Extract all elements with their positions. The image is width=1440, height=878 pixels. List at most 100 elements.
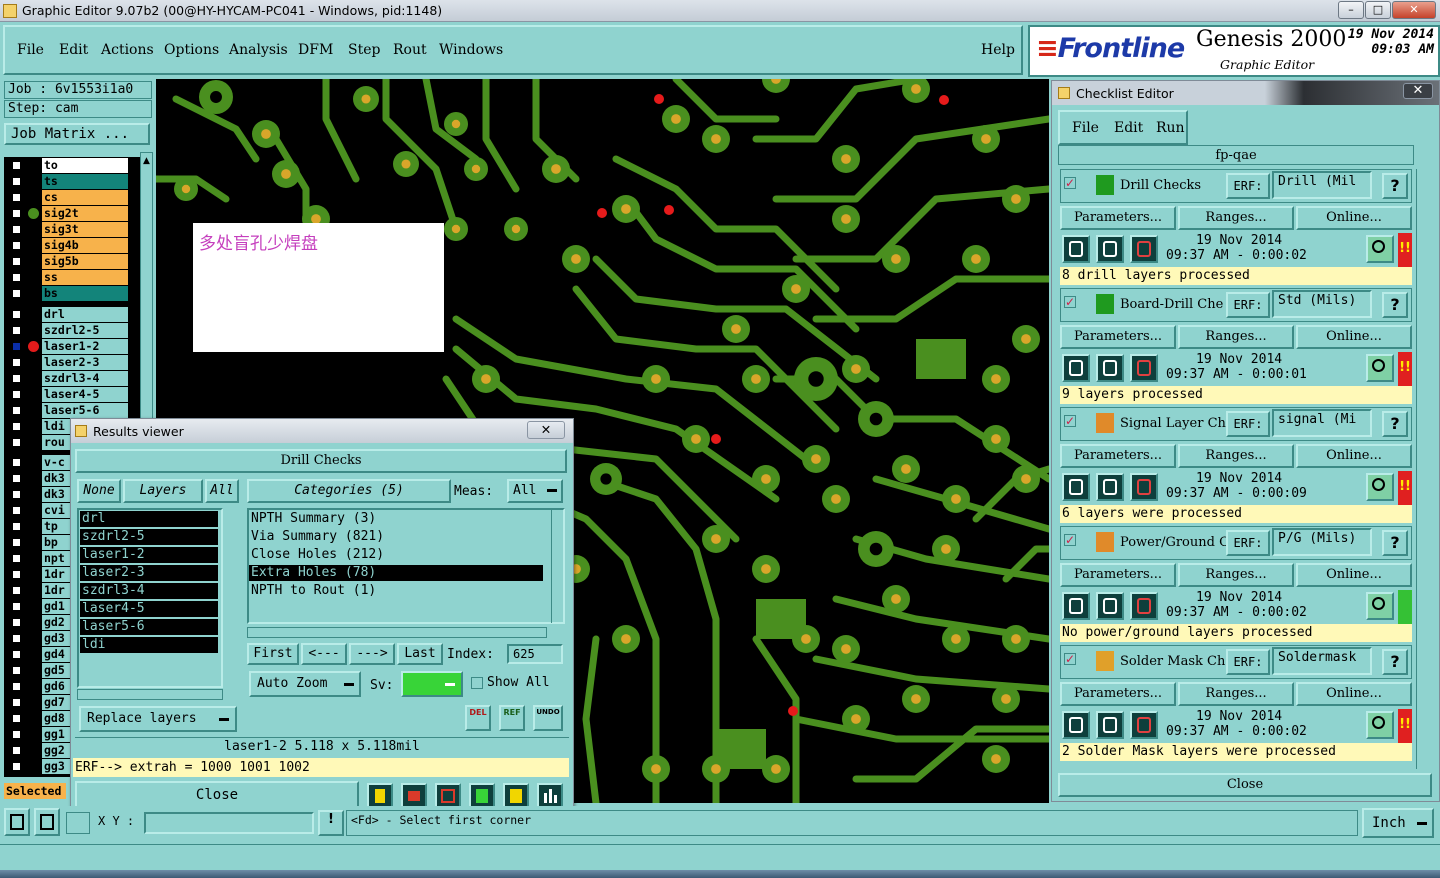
run-icon[interactable] — [1062, 235, 1090, 263]
zoom-results-icon[interactable] — [1366, 592, 1394, 620]
layer-row[interactable]: sig2t — [8, 206, 128, 221]
run-icon[interactable] — [1062, 473, 1090, 501]
last-button[interactable]: Last — [397, 643, 443, 665]
online-button[interactable]: Online... — [1296, 206, 1412, 230]
results-layer-item[interactable]: szdrl3-4 — [80, 583, 218, 599]
zoom-pan-icon[interactable] — [34, 808, 60, 836]
zoom-results-icon[interactable] — [1366, 235, 1394, 263]
results-layer-item[interactable]: laser4-5 — [80, 601, 218, 617]
results-close-button[interactable]: Close — [75, 781, 359, 809]
layer-checkbox[interactable] — [11, 585, 22, 596]
categories-button[interactable]: Categories (5) — [247, 479, 451, 503]
menu-file[interactable]: File — [17, 42, 44, 58]
ranges-button[interactable]: Ranges... — [1178, 682, 1294, 706]
none-button[interactable]: None — [77, 479, 121, 503]
units-dropdown[interactable]: Inch — [1362, 808, 1434, 838]
stop-icon[interactable] — [1130, 711, 1158, 739]
menu-actions[interactable]: Actions — [101, 42, 154, 58]
layer-checkbox[interactable] — [11, 421, 22, 432]
action-enable-checkbox[interactable]: ✓ — [1064, 296, 1076, 308]
menu-help[interactable]: Help — [981, 42, 1015, 58]
erf-button[interactable]: ERF: — [1226, 411, 1270, 437]
layer-checkbox[interactable] — [11, 457, 22, 468]
menu-dfm[interactable]: DFM — [298, 42, 333, 58]
menu-options[interactable]: Options — [164, 42, 219, 58]
job-matrix-button[interactable]: Job Matrix ... — [4, 123, 150, 145]
layer-checkbox[interactable] — [11, 272, 22, 283]
checklist-close-button[interactable]: Close — [1058, 773, 1432, 797]
layer-checkbox[interactable] — [11, 729, 22, 740]
layer-row[interactable]: to — [8, 158, 128, 173]
layer-checkbox[interactable] — [11, 665, 22, 676]
layer-row[interactable]: sig5b — [8, 254, 128, 269]
erf-field[interactable]: Std (Mils) — [1272, 290, 1372, 318]
results-close-x[interactable]: ✕ — [527, 421, 565, 439]
action-enable-checkbox[interactable]: ✓ — [1064, 653, 1076, 665]
replace-layers-dropdown[interactable]: Replace layers — [79, 706, 237, 732]
layer-checkbox[interactable] — [11, 224, 22, 235]
layer-checkbox[interactable] — [11, 617, 22, 628]
first-button[interactable]: First — [247, 643, 299, 665]
layer-checkbox[interactable] — [11, 537, 22, 548]
parameters-button[interactable]: Parameters... — [1060, 682, 1176, 706]
layer-checkbox[interactable] — [11, 437, 22, 448]
ranges-button[interactable]: Ranges... — [1178, 563, 1294, 587]
layer-row[interactable]: laser5-6 — [8, 403, 128, 418]
menu-step[interactable]: Step — [348, 42, 380, 58]
results-layer-item[interactable]: laser2-3 — [80, 565, 218, 581]
layer-checkbox[interactable] — [11, 633, 22, 644]
layer-checkbox[interactable] — [11, 405, 22, 416]
results-layer-item[interactable]: laser5-6 — [80, 619, 218, 635]
layer-checkbox[interactable] — [11, 176, 22, 187]
erf-button[interactable]: ERF: — [1226, 530, 1270, 556]
xy-field[interactable] — [144, 812, 314, 834]
layer-row[interactable]: sig4b — [8, 238, 128, 253]
category-item[interactable]: Close Holes (212) — [249, 547, 543, 563]
categories-vscroll[interactable] — [551, 509, 564, 623]
layer-row[interactable]: szdrl3-4 — [8, 371, 128, 386]
menu-edit[interactable]: Edit — [59, 42, 88, 58]
layer-checkbox[interactable] — [11, 373, 22, 384]
results-layer-item[interactable]: ldi — [80, 637, 218, 653]
category-item[interactable]: NPTH to Rout (1) — [249, 583, 543, 599]
parameters-button[interactable]: Parameters... — [1060, 206, 1176, 230]
zoom-box-icon[interactable] — [4, 808, 30, 836]
layer-row[interactable]: ss — [8, 270, 128, 285]
parameters-button[interactable]: Parameters... — [1060, 325, 1176, 349]
layer-checkbox[interactable] — [11, 505, 22, 516]
layer-checkbox[interactable] — [11, 357, 22, 368]
all-button[interactable]: All — [205, 479, 239, 503]
zoom-results-icon[interactable] — [1366, 711, 1394, 739]
action-name[interactable]: Signal Layer Ch — [1120, 416, 1228, 431]
erf-button[interactable]: ERF: — [1226, 649, 1270, 675]
menu-rout[interactable]: Rout — [393, 42, 427, 58]
layer-checkbox[interactable] — [11, 489, 22, 500]
category-item[interactable]: NPTH Summary (3) — [249, 511, 543, 527]
ranges-button[interactable]: Ranges... — [1178, 206, 1294, 230]
layer-checkbox[interactable] — [11, 256, 22, 267]
layer-row[interactable]: sig3t — [8, 222, 128, 237]
layer-checkbox[interactable] — [11, 192, 22, 203]
run-all-icon[interactable] — [1096, 235, 1124, 263]
layer-checkbox[interactable] — [11, 389, 22, 400]
ranges-button[interactable]: Ranges... — [1178, 325, 1294, 349]
auto-zoom-dropdown[interactable]: Auto Zoom — [249, 671, 361, 697]
stop-icon[interactable] — [1130, 592, 1158, 620]
layer-checkbox[interactable] — [11, 649, 22, 660]
layer-checkbox[interactable] — [11, 325, 22, 336]
checklist-vscroll[interactable] — [1416, 169, 1430, 769]
layer-checkbox[interactable] — [11, 745, 22, 756]
ref-icon-button[interactable]: REF — [499, 705, 525, 731]
run-icon[interactable] — [1062, 354, 1090, 382]
category-item[interactable]: Extra Holes (78) — [249, 565, 543, 581]
run-all-icon[interactable] — [1096, 354, 1124, 382]
results-layer-item[interactable]: szdrl2-5 — [80, 529, 218, 545]
help-button[interactable]: ? — [1382, 173, 1408, 199]
categories-hscroll[interactable] — [247, 627, 547, 638]
run-all-icon[interactable] — [1096, 711, 1124, 739]
layer-row[interactable]: cs — [8, 190, 128, 205]
layer-row[interactable]: laser4-5 — [8, 387, 128, 402]
layer-checkbox[interactable] — [11, 697, 22, 708]
minimize-button[interactable]: – — [1338, 1, 1364, 19]
action-enable-checkbox[interactable]: ✓ — [1064, 177, 1076, 189]
